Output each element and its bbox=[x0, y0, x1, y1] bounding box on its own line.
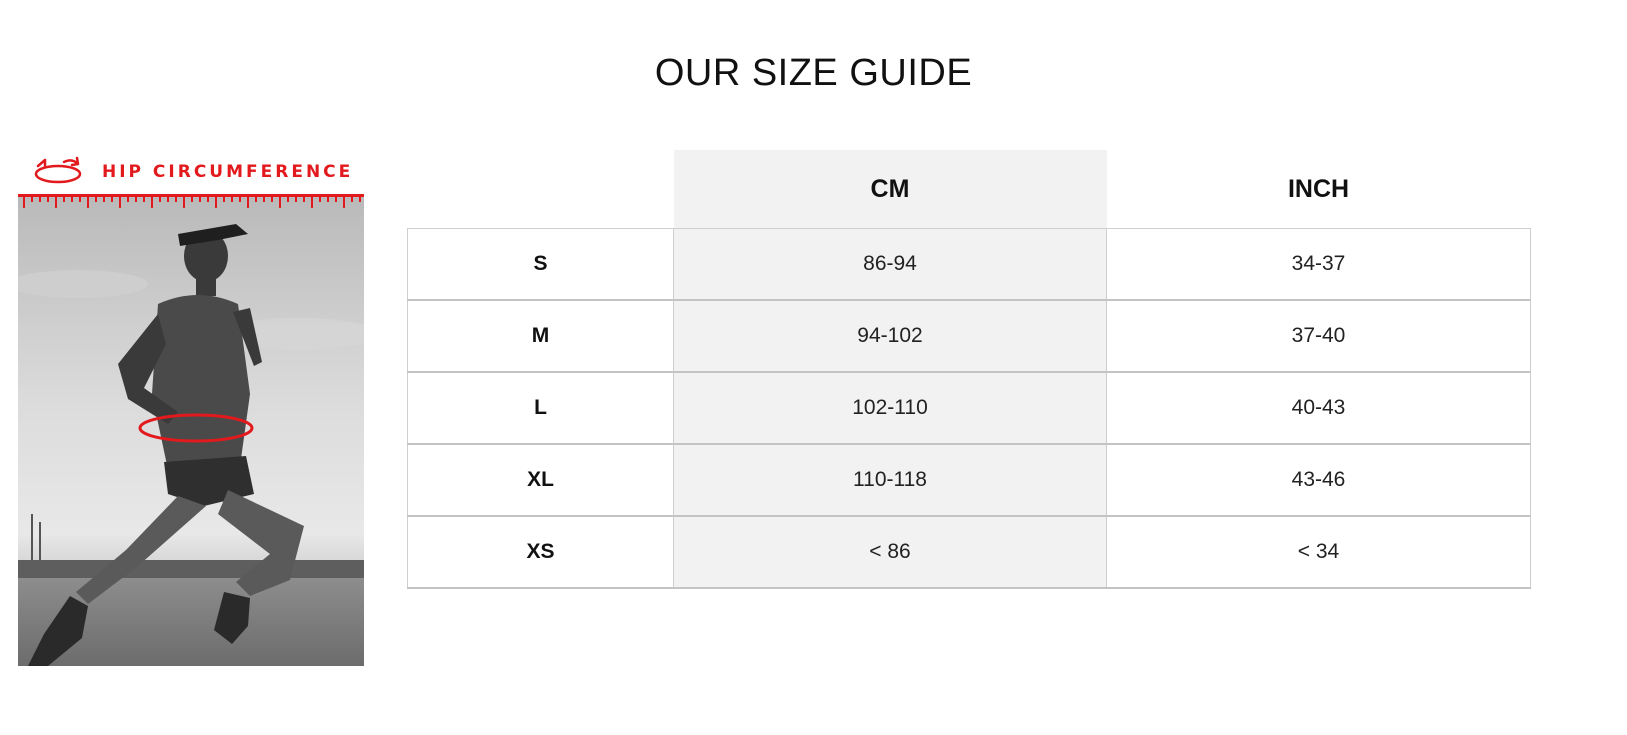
size-label: XL bbox=[407, 443, 674, 517]
size-table: CM INCH S 86-94 34-37 M 94-102 37-40 L 1… bbox=[407, 150, 1531, 589]
inch-value: 43-46 bbox=[1106, 443, 1531, 517]
table-row: XS < 86 < 34 bbox=[407, 515, 1531, 589]
cm-value: 102-110 bbox=[673, 371, 1107, 445]
size-label: XS bbox=[407, 515, 674, 589]
size-label: M bbox=[407, 299, 674, 373]
inch-value: 37-40 bbox=[1106, 299, 1531, 373]
figure-caption: HIP CIRCUMFERENCE bbox=[18, 150, 364, 194]
inch-value: 34-37 bbox=[1106, 228, 1531, 301]
runner-photo bbox=[18, 194, 364, 666]
table-row: M 94-102 37-40 bbox=[407, 299, 1531, 373]
size-label: L bbox=[407, 371, 674, 445]
table-row: L 102-110 40-43 bbox=[407, 371, 1531, 445]
table-row: S 86-94 34-37 bbox=[407, 228, 1531, 301]
cm-value: < 86 bbox=[673, 515, 1107, 589]
cm-value: 94-102 bbox=[673, 299, 1107, 373]
table-header-row: CM INCH bbox=[407, 150, 1531, 229]
column-header-cm: CM bbox=[673, 150, 1107, 229]
column-header-size bbox=[407, 150, 674, 229]
cm-value: 110-118 bbox=[673, 443, 1107, 517]
hip-measurement-figure: HIP CIRCUMFERENCE bbox=[18, 150, 364, 666]
rotate-arrows-icon bbox=[34, 156, 82, 184]
page-title: OUR SIZE GUIDE bbox=[654, 52, 973, 94]
hip-circumference-label: HIP CIRCUMFERENCE bbox=[102, 162, 354, 182]
cm-value: 86-94 bbox=[673, 228, 1107, 301]
inch-value: 40-43 bbox=[1106, 371, 1531, 445]
column-header-inch: INCH bbox=[1106, 150, 1531, 229]
table-row: XL 110-118 43-46 bbox=[407, 443, 1531, 517]
inch-value: < 34 bbox=[1106, 515, 1531, 589]
size-label: S bbox=[407, 228, 674, 301]
